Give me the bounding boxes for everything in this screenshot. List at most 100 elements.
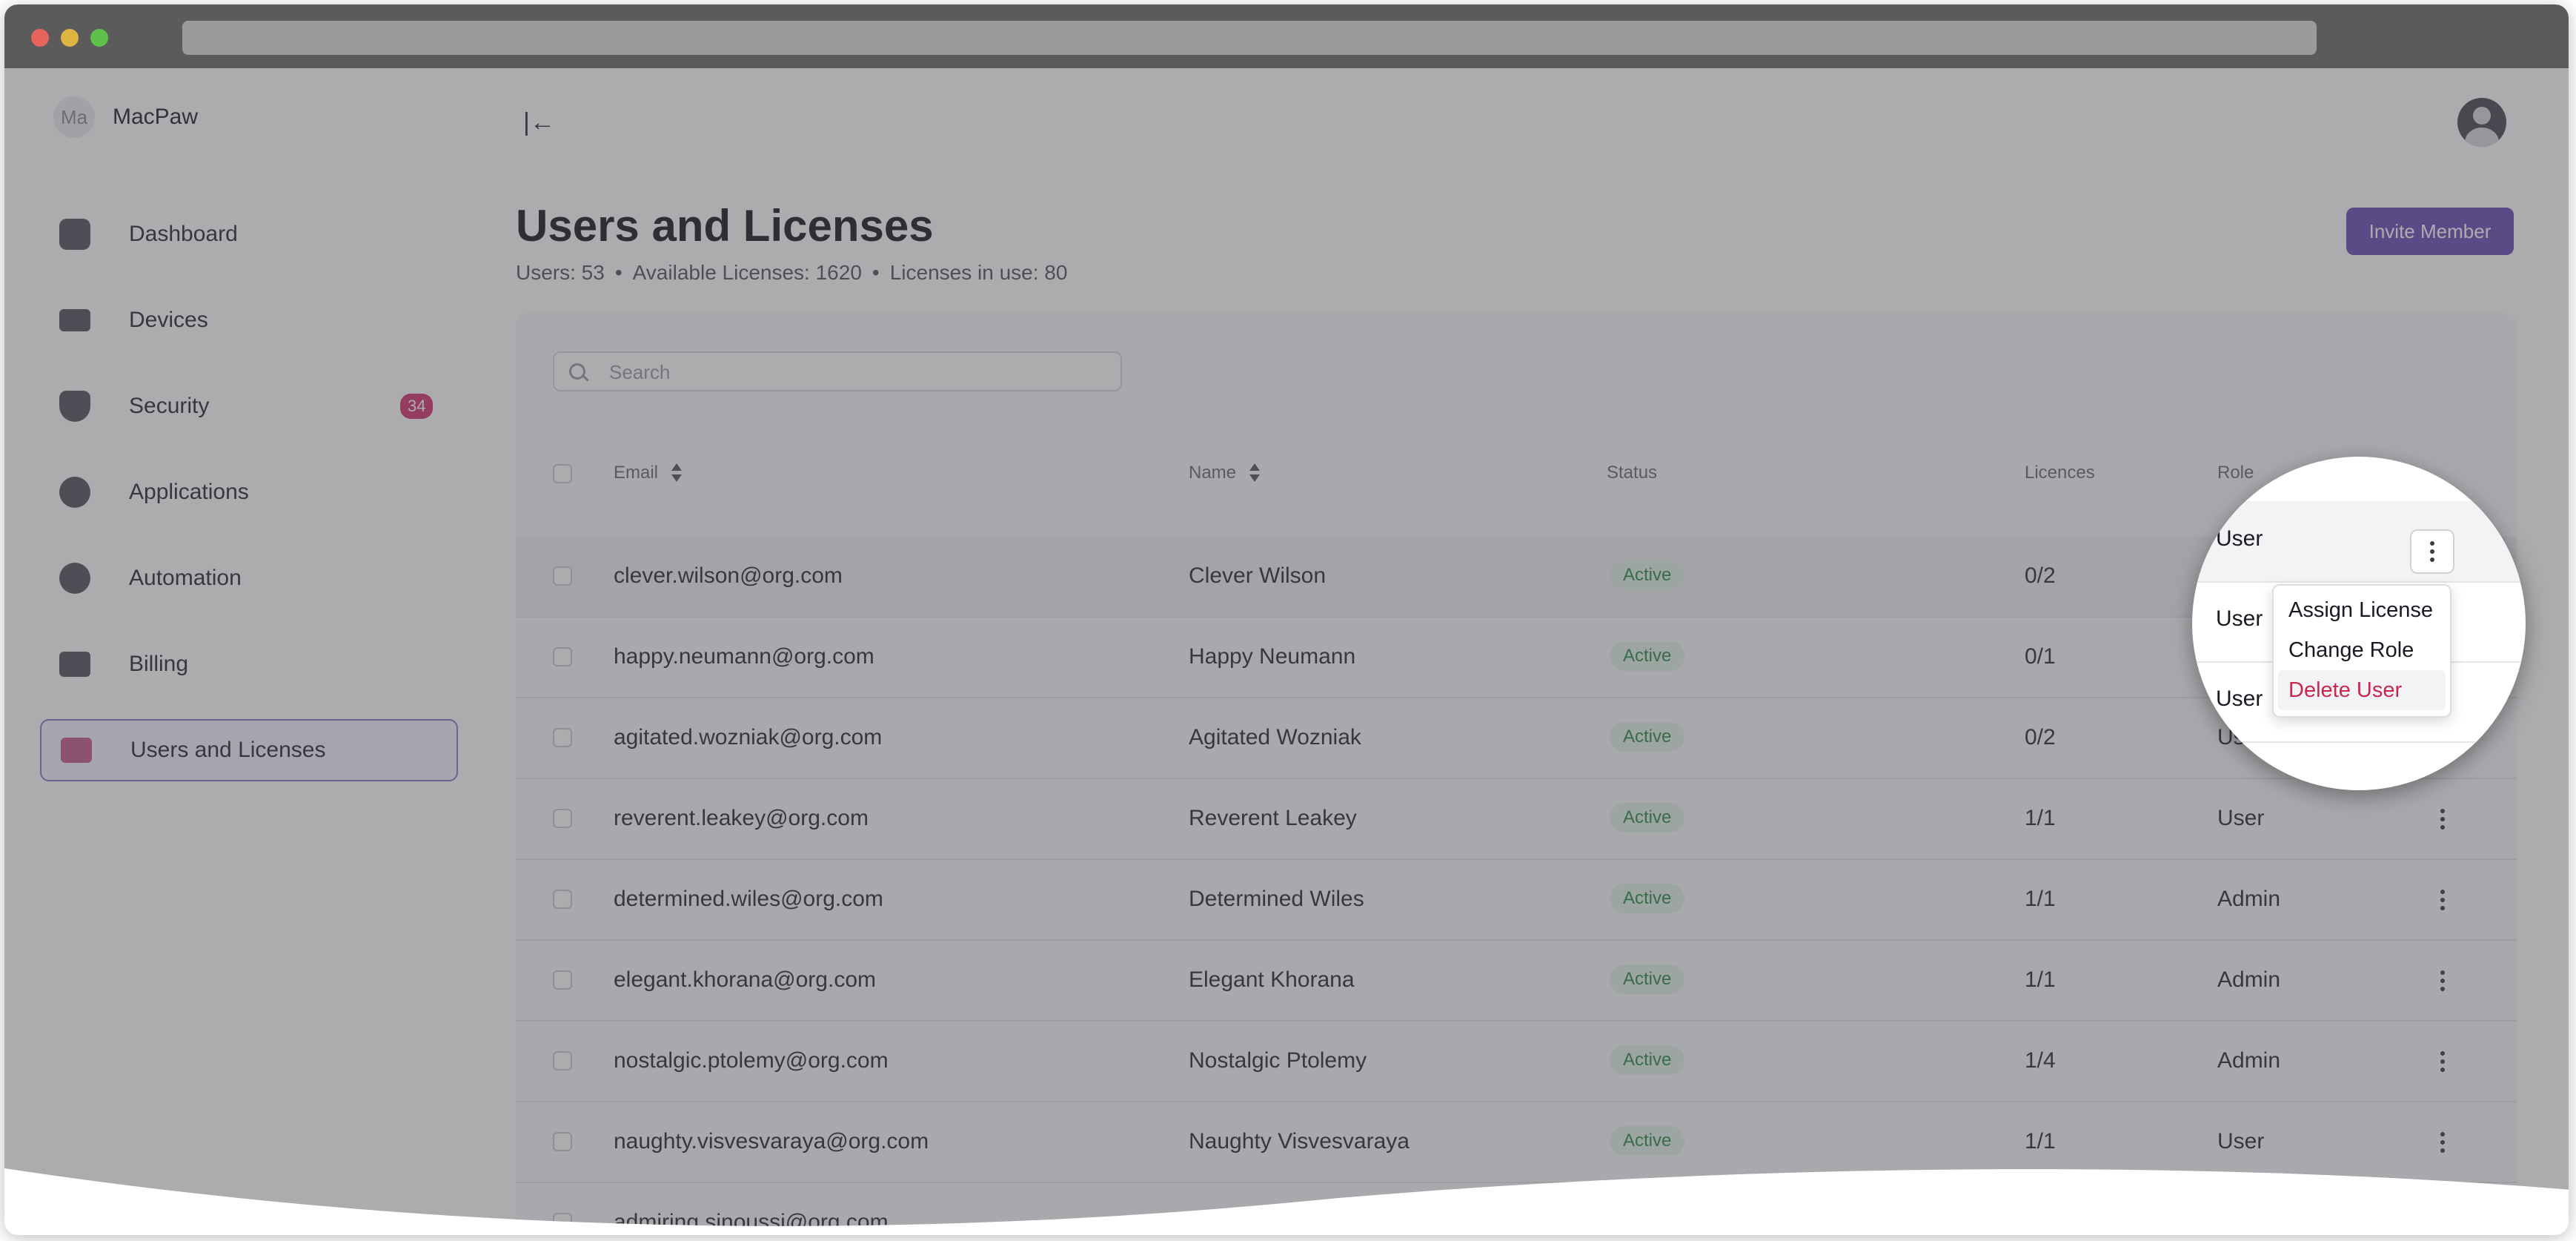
table-row[interactable]: elegant.khorana@org.com Elegant Khorana 1/… <box>516 941 2517 1022</box>
more-icon-dot <box>2440 1148 2445 1153</box>
table-row[interactable]: reverent.leakey@org.com Reverent Leakey 1/… <box>516 779 2517 860</box>
sidebar-item-billing[interactable]: Billing <box>40 633 458 695</box>
email-cell: nostalgic.ptolemy@org.com <box>614 1048 889 1073</box>
status-badge: Active <box>1610 641 1685 671</box>
table-row[interactable]: nostalgic.ptolemy@org.com Nostalgic Ptole… <box>516 1022 2517 1102</box>
column-header-label: Email <box>614 463 659 483</box>
sidebar-item-applications[interactable]: Applications <box>40 461 458 523</box>
more-icon-dot <box>2440 979 2445 983</box>
email-cell: elegant.khorana@org.com <box>614 967 876 992</box>
licences-cell: 0/2 <box>2025 563 2056 588</box>
row-checkbox[interactable] <box>553 1051 572 1070</box>
row-checkbox[interactable] <box>553 728 572 747</box>
more-icon[interactable] <box>2428 963 2457 999</box>
row-checkbox[interactable] <box>553 647 572 666</box>
more-icon-dot <box>2440 906 2445 910</box>
menu-item-assign-license[interactable]: Assign License <box>2278 590 2446 630</box>
sidebar-item-label: Applications <box>129 480 249 504</box>
sidebar-item-dashboard[interactable]: Dashboard <box>40 203 458 265</box>
more-icon-dot <box>2440 890 2445 894</box>
more-icon-dot <box>2430 549 2434 554</box>
invite-member-button[interactable]: Invite Member <box>2346 208 2514 255</box>
dashboard-icon <box>59 219 90 250</box>
avatar-head <box>2473 107 2491 125</box>
licences-cell: 1/1 <box>2025 1129 2056 1154</box>
column-header-email[interactable]: Email <box>614 463 683 483</box>
sort-icon[interactable] <box>671 463 683 483</box>
app: Ma MacPaw Dashboard Devices Security 34 … <box>4 68 2569 1235</box>
title-bar <box>4 4 2569 68</box>
row-checkbox[interactable] <box>553 1132 572 1151</box>
status-badge: Active <box>1610 722 1685 752</box>
more-icon-dot <box>2440 987 2445 991</box>
more-icon-dot <box>2440 809 2445 813</box>
more-icon-dot <box>2430 557 2434 562</box>
row-checkbox[interactable] <box>553 566 572 586</box>
name-cell: Determined Wiles <box>1189 887 1364 911</box>
devices-icon <box>59 309 90 331</box>
sidebar-item-devices[interactable]: Devices <box>40 289 458 351</box>
sidebar-item-security[interactable]: Security 34 <box>40 375 458 437</box>
column-header-role: Role <box>2216 457 2253 477</box>
billing-icon <box>59 652 90 677</box>
row-checkbox[interactable] <box>553 970 572 990</box>
name-cell: Agitated Wozniak <box>1189 725 1361 749</box>
org-switcher[interactable]: Ma MacPaw <box>53 96 198 138</box>
sidebar: Ma MacPaw Dashboard Devices Security 34 … <box>4 68 464 1235</box>
more-actions-button[interactable] <box>2410 529 2454 574</box>
more-icon[interactable] <box>2428 801 2457 837</box>
sidebar-item-automation[interactable]: Automation <box>40 547 458 609</box>
zoom-window-button[interactable] <box>90 29 108 47</box>
browser-window: Ma MacPaw Dashboard Devices Security 34 … <box>4 4 2569 1235</box>
more-icon-dot <box>2430 541 2434 546</box>
search-input[interactable] <box>608 359 1100 385</box>
org-avatar: Ma <box>53 96 95 138</box>
sidebar-item-users-and-licenses[interactable]: Users and Licenses <box>40 719 458 781</box>
column-header-licences: Licences <box>2025 463 2095 483</box>
role-cell: Admin <box>2217 887 2281 911</box>
table-row[interactable]: determined.wiles@org.com Determined Wiles… <box>516 860 2517 941</box>
minimize-window-button[interactable] <box>61 29 79 47</box>
status-badge: Active <box>1610 1126 1685 1156</box>
column-header-name[interactable]: Name <box>1189 463 1261 483</box>
row-checkbox[interactable] <box>553 809 572 828</box>
row-checkbox[interactable] <box>553 890 572 909</box>
menu-item-delete-user[interactable]: Delete User <box>2278 670 2446 710</box>
licences-cell: 0/1 <box>2025 644 2056 669</box>
row-actions-menu: Assign License Change Role Delete User <box>2272 584 2451 718</box>
licences-cell: 0/2 <box>2025 725 2056 749</box>
column-header-label: Name <box>1189 463 1237 483</box>
more-icon[interactable] <box>2428 1044 2457 1079</box>
collapse-sidebar-icon[interactable]: |← <box>523 108 555 137</box>
sidebar-item-label: Devices <box>129 308 208 332</box>
more-icon-dot <box>2440 898 2445 902</box>
separator-dot: • <box>872 261 880 284</box>
address-bar[interactable] <box>182 21 2317 55</box>
status-badge: Active <box>1610 964 1685 994</box>
page-title: Users and Licenses <box>516 201 934 251</box>
role-cell: User <box>2217 806 2265 830</box>
torn-edge <box>4 1168 2569 1235</box>
more-icon[interactable] <box>2428 882 2457 918</box>
separator-dot: • <box>614 261 623 284</box>
user-avatar-icon[interactable] <box>2457 98 2506 147</box>
menu-item-change-role[interactable]: Change Role <box>2278 630 2446 670</box>
sort-icon[interactable] <box>1249 463 1261 483</box>
users-count: Users: 53 <box>516 261 605 284</box>
magnified-row-actions: Role User User User Assign License Chang… <box>2192 457 2526 790</box>
select-all-checkbox[interactable] <box>553 464 572 483</box>
search-box[interactable] <box>553 351 1122 391</box>
table-row[interactable]: User <box>2192 501 2526 583</box>
role-cell: User <box>2216 606 2263 631</box>
email-cell: agitated.wozniak@org.com <box>614 725 883 749</box>
email-cell: happy.neumann@org.com <box>614 644 874 669</box>
email-cell: naughty.visvesvaraya@org.com <box>614 1129 929 1154</box>
search-icon <box>569 363 585 380</box>
role-cell: Admin <box>2217 1048 2281 1073</box>
close-window-button[interactable] <box>31 29 49 47</box>
email-cell: determined.wiles@org.com <box>614 887 883 911</box>
more-icon-dot <box>2440 817 2445 821</box>
licences-cell: 1/1 <box>2025 887 2056 911</box>
users-icon <box>61 738 92 763</box>
email-cell: clever.wilson@org.com <box>614 563 843 588</box>
